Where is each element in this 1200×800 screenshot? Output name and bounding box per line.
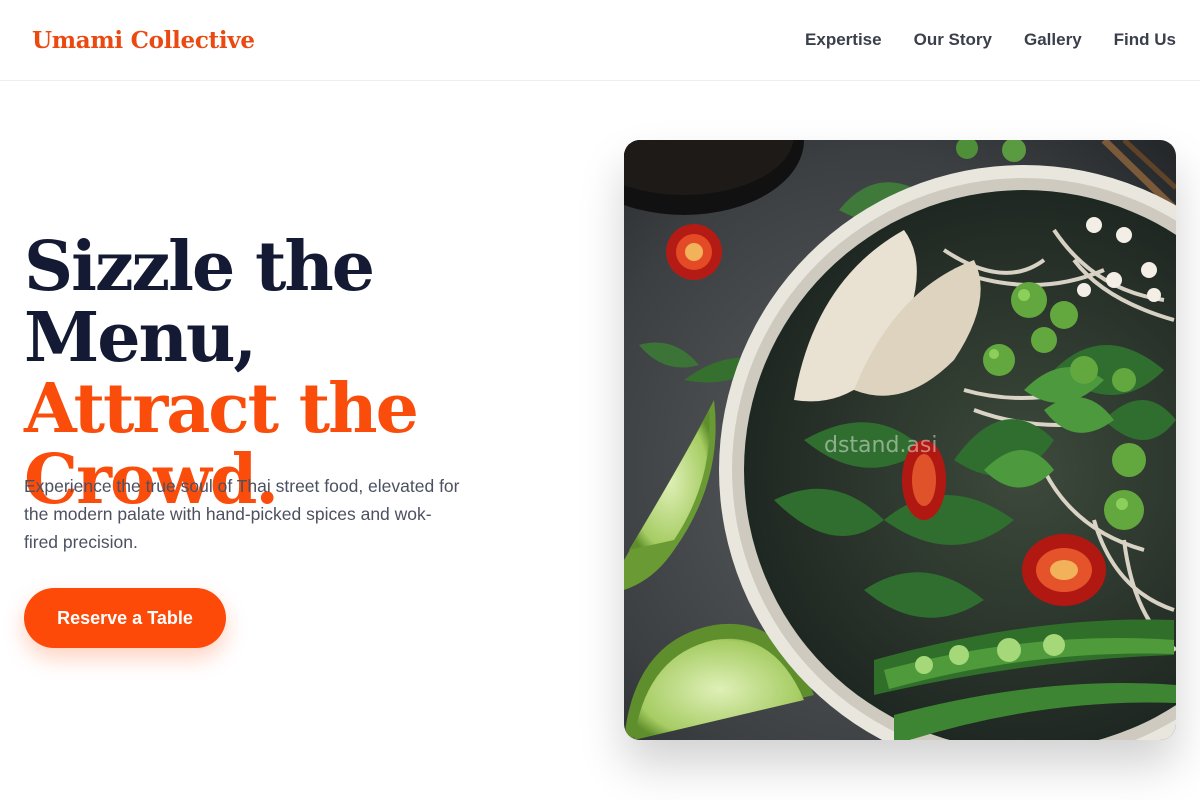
nav-item-expertise[interactable]: Expertise: [805, 30, 882, 50]
main-nav: Expertise Our Story Gallery Find Us: [805, 30, 1176, 50]
hero-food-image: dstand.asi: [624, 140, 1176, 740]
site-header: Umami Collective Expertise Our Story Gal…: [0, 0, 1200, 81]
image-watermark: dstand.asi: [824, 433, 938, 458]
nav-item-gallery[interactable]: Gallery: [1024, 30, 1082, 50]
nav-item-our-story[interactable]: Our Story: [914, 30, 992, 50]
nav-item-find-us[interactable]: Find Us: [1114, 30, 1176, 50]
page: Umami Collective Expertise Our Story Gal…: [0, 0, 1200, 800]
reserve-table-button[interactable]: Reserve a Table: [24, 588, 226, 648]
hero-title-line: Sizzle the Menu,: [24, 227, 375, 378]
hero-title-accent-line: Attract the: [24, 369, 419, 449]
hero-description: Experience the true soul of Thai street …: [24, 476, 460, 552]
brand-logo[interactable]: Umami Collective: [32, 27, 255, 54]
food-photo-illustration: dstand.asi: [624, 140, 1176, 740]
